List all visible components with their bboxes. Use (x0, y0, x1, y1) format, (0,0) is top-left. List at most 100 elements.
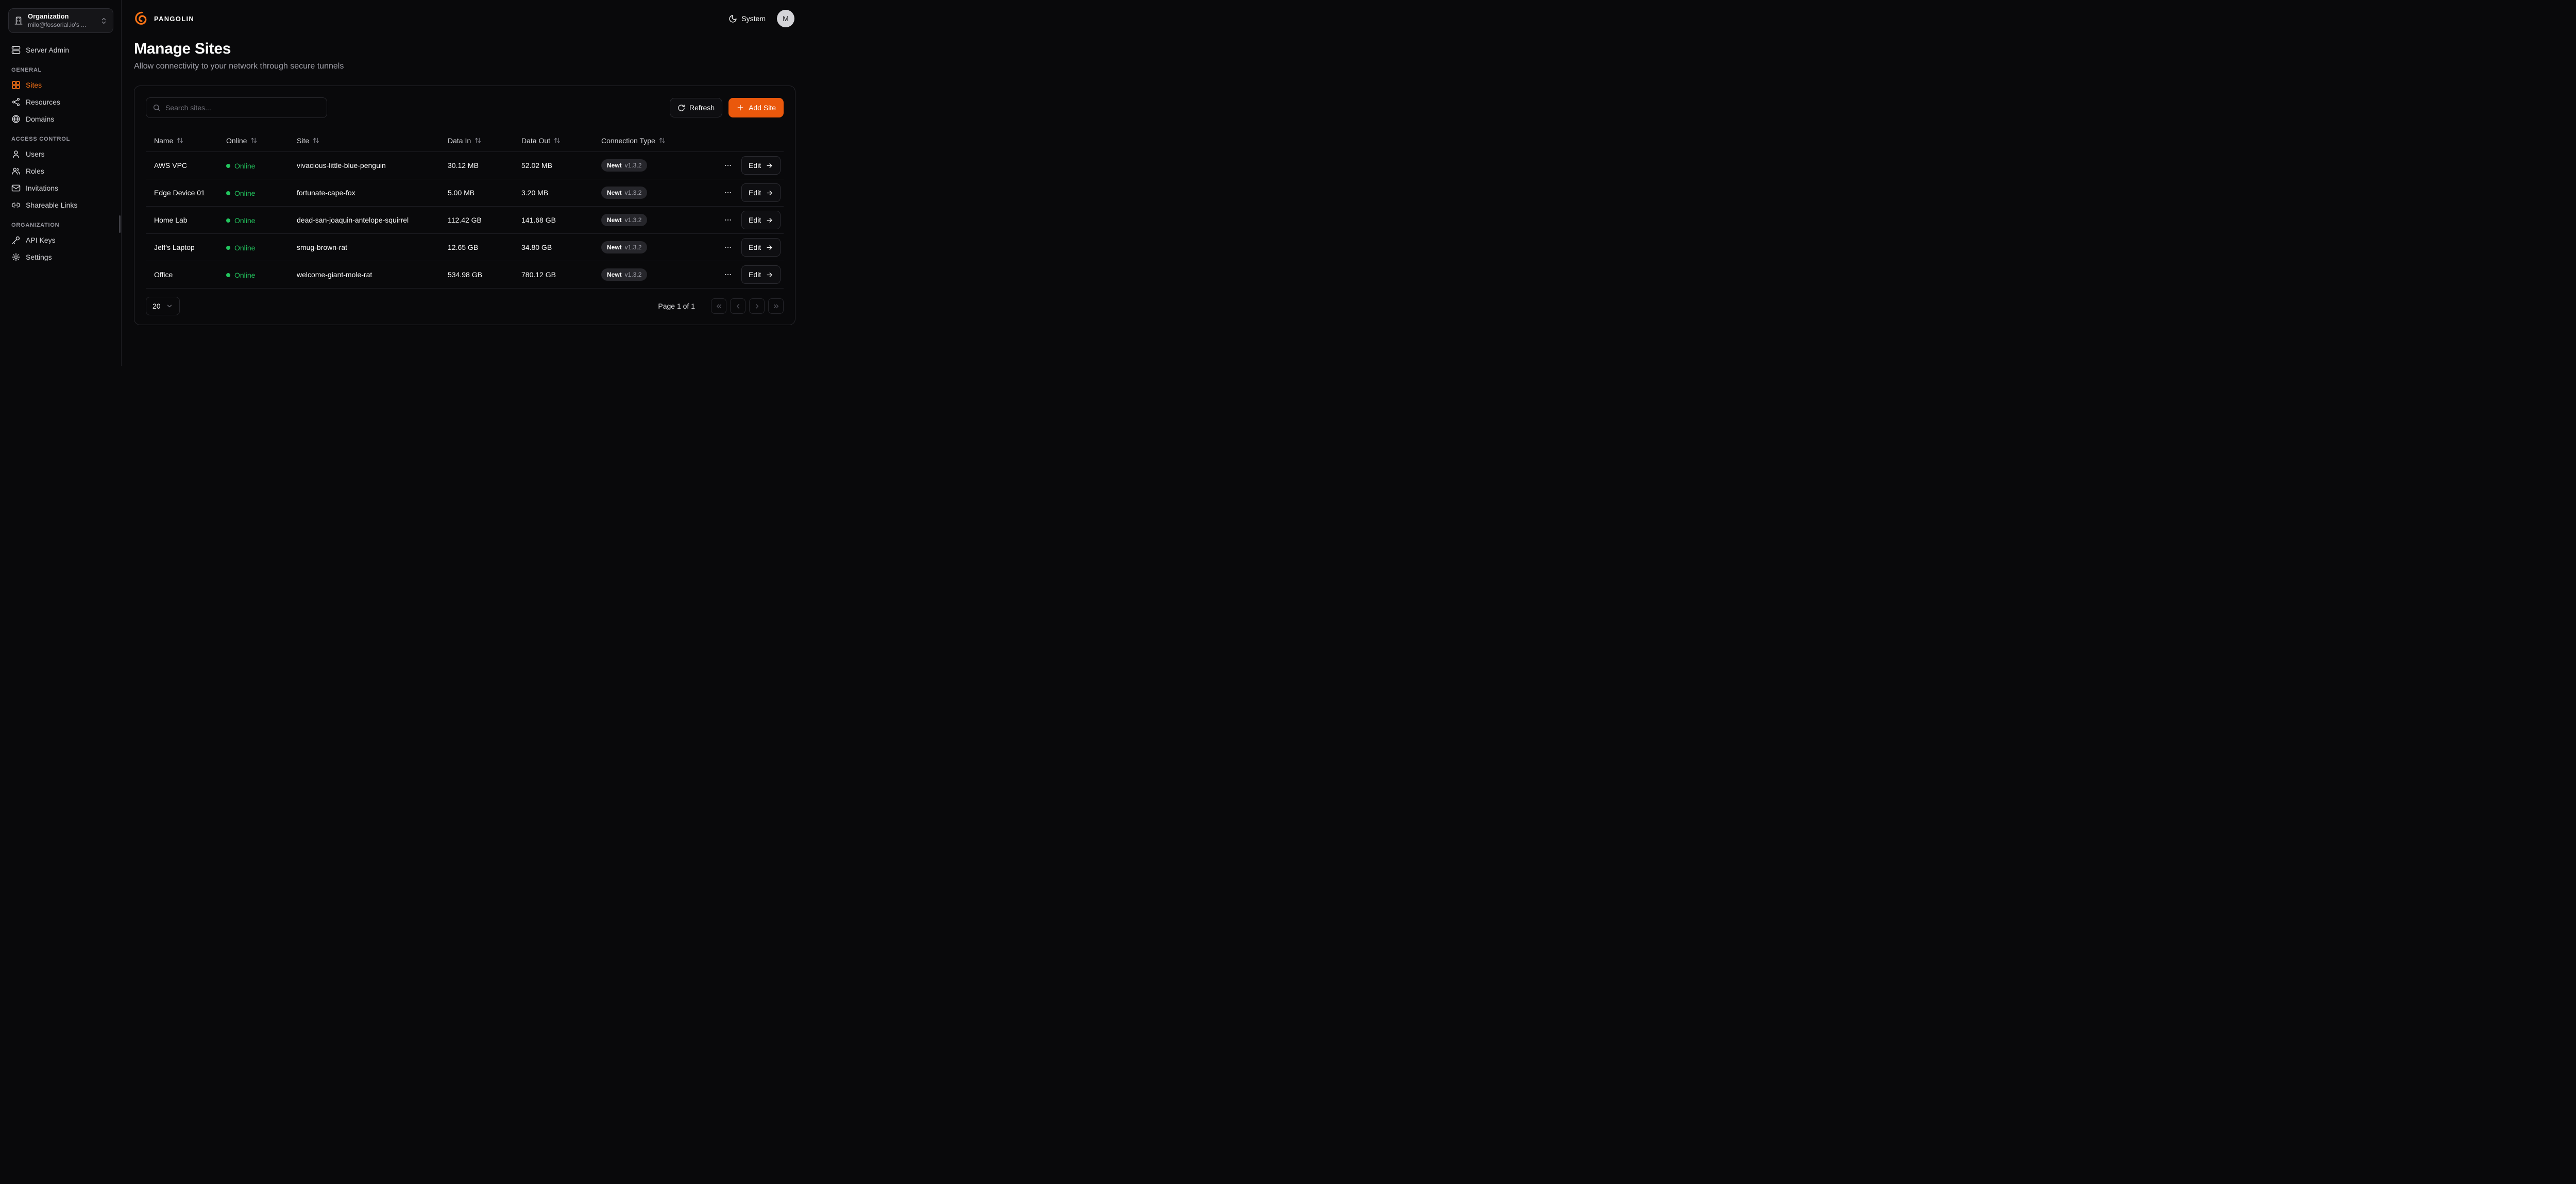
row-menu-button[interactable] (722, 241, 734, 253)
sidebar-item-shareable-links[interactable]: Shareable Links (6, 197, 115, 213)
cell-data-in: 30.12 MB (439, 161, 513, 170)
connection-type-name: Newt (607, 243, 622, 252)
chevrons-up-down-icon (100, 17, 108, 25)
ellipsis-icon (724, 270, 732, 279)
arrow-right-icon (766, 271, 773, 279)
search-input[interactable] (165, 104, 320, 112)
nav-section-organization: ORGANIZATION (6, 222, 115, 228)
edit-button[interactable]: Edit (741, 265, 781, 284)
column-header-data-out[interactable]: Data Out (513, 137, 593, 145)
next-page-button[interactable] (749, 298, 765, 314)
table-row-jeff-s-laptop: Jeff's LaptopOnlinesmug-brown-rat12.65 G… (146, 234, 784, 261)
column-header-data-in[interactable]: Data In (439, 137, 513, 145)
connection-type-name: Newt (607, 216, 622, 225)
connection-type-version: v1.3.2 (625, 243, 642, 252)
page-info: Page 1 of 1 (658, 302, 695, 310)
sidebar-item-invitations[interactable]: Invitations (6, 180, 115, 196)
edit-label: Edit (749, 270, 761, 279)
brand[interactable]: PANGOLIN (134, 11, 194, 26)
main-area: PANGOLIN System M Manage Sites Allow con… (122, 0, 808, 366)
sidebar-item-roles[interactable]: Roles (6, 163, 115, 179)
sort-icon (177, 137, 183, 144)
chevron-right-icon (753, 302, 761, 310)
cell-connection-type: Newtv1.3.2 (593, 159, 714, 172)
org-selector[interactable]: Organization milo@fossorial.io's ... (8, 8, 113, 33)
add-site-label: Add Site (749, 104, 776, 112)
sidebar-item-users[interactable]: Users (6, 146, 115, 162)
cell-site: smug-brown-rat (289, 243, 439, 251)
online-dot (226, 246, 230, 250)
row-menu-button[interactable] (722, 187, 734, 199)
sidebar-item-settings[interactable]: Settings (6, 249, 115, 265)
sidebar-item-api-keys[interactable]: API Keys (6, 232, 115, 248)
refresh-button[interactable]: Refresh (670, 98, 722, 117)
sidebar-item-domains[interactable]: Domains (6, 111, 115, 127)
sidebar-item-sites[interactable]: Sites (6, 77, 115, 93)
theme-label: System (741, 14, 766, 23)
cell-online: Online (218, 243, 289, 252)
sidebar-item-label: Shareable Links (26, 201, 77, 209)
server-icon (11, 45, 21, 55)
column-header-connection-type[interactable]: Connection Type (593, 137, 714, 145)
sort-icon (250, 137, 257, 144)
column-header-online[interactable]: Online (218, 137, 289, 145)
org-subtitle: milo@fossorial.io's ... (28, 21, 95, 29)
connection-type-version: v1.3.2 (625, 161, 642, 170)
previous-page-button[interactable] (730, 298, 745, 314)
connection-type-badge: Newtv1.3.2 (601, 159, 647, 172)
topbar: PANGOLIN System M (122, 0, 808, 37)
online-dot (226, 218, 230, 223)
sidebar-item-label: Resources (26, 98, 60, 106)
row-menu-button[interactable] (722, 159, 734, 172)
edit-button[interactable]: Edit (741, 211, 781, 229)
page-size-select[interactable]: 20 (146, 297, 180, 315)
table-row-office: OfficeOnlinewelcome-giant-mole-rat534.98… (146, 261, 784, 289)
cell-actions: Edit (714, 238, 789, 257)
edit-button[interactable]: Edit (741, 156, 781, 175)
sidebar-item-server-admin[interactable]: Server Admin (6, 42, 115, 58)
last-page-button[interactable] (768, 298, 784, 314)
sidebar-item-label: Server Admin (26, 46, 69, 54)
online-dot (226, 191, 230, 195)
cell-site: dead-san-joaquin-antelope-squirrel (289, 216, 439, 224)
sidebar-item-label: Domains (26, 115, 54, 123)
ellipsis-icon (724, 161, 732, 170)
chevron-down-icon (166, 302, 173, 310)
sidebar-item-label: Users (26, 150, 45, 158)
building-icon (14, 16, 23, 25)
search-box (146, 97, 327, 118)
row-menu-button[interactable] (722, 214, 734, 226)
sites-icon (11, 80, 21, 90)
edit-button[interactable]: Edit (741, 183, 781, 202)
add-site-button[interactable]: Add Site (728, 98, 784, 117)
toolbar-actions: Refresh Add Site (670, 98, 784, 117)
sidebar-scrollbar[interactable] (119, 215, 121, 233)
cell-actions: Edit (714, 183, 789, 202)
refresh-label: Refresh (689, 104, 715, 112)
edit-button[interactable]: Edit (741, 238, 781, 257)
cell-data-in: 112.42 GB (439, 216, 513, 224)
column-header-site[interactable]: Site (289, 137, 439, 145)
connection-type-name: Newt (607, 189, 622, 197)
first-page-button[interactable] (711, 298, 726, 314)
edit-label: Edit (749, 189, 761, 197)
sidebar-item-label: Roles (26, 167, 44, 175)
roles-icon (11, 166, 21, 176)
cell-online: Online (218, 161, 289, 170)
row-menu-button[interactable] (722, 268, 734, 281)
sidebar-item-resources[interactable]: Resources (6, 94, 115, 110)
online-label: Online (234, 189, 255, 197)
sidebar-item-label: Settings (26, 253, 52, 261)
cell-data-in: 12.65 GB (439, 243, 513, 251)
online-label: Online (234, 216, 255, 225)
online-label: Online (234, 244, 255, 252)
column-header-name[interactable]: Name (146, 137, 218, 145)
theme-toggle[interactable]: System (728, 14, 766, 23)
cell-data-out: 34.80 GB (513, 243, 593, 251)
table-footer: 20 Page 1 of 1 (146, 297, 784, 315)
connection-type-name: Newt (607, 270, 622, 279)
connection-type-version: v1.3.2 (625, 189, 642, 197)
online-label: Online (234, 162, 255, 170)
page-size-value: 20 (152, 302, 161, 310)
avatar[interactable]: M (777, 10, 794, 27)
